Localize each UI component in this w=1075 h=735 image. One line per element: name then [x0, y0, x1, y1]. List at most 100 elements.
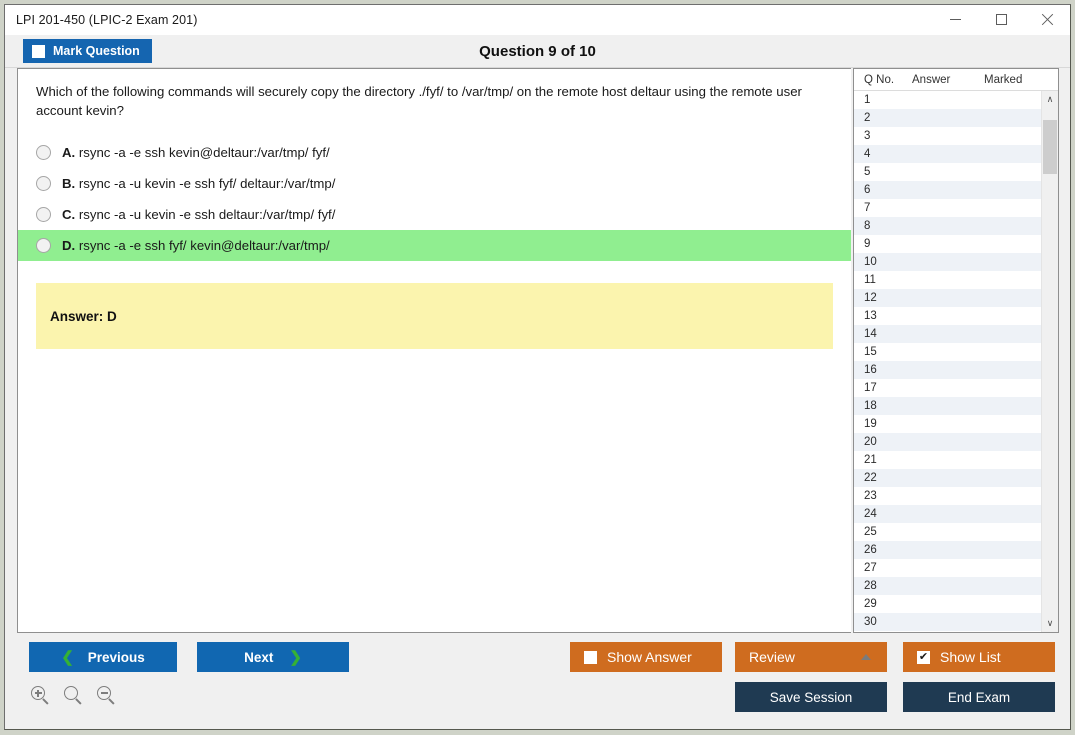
maximize-icon[interactable] [978, 5, 1024, 34]
question-list-row[interactable]: 18 [854, 397, 1041, 415]
question-list-row[interactable]: 11 [854, 271, 1041, 289]
option-text: rsync -a -e ssh fyf/ kevin@deltaur:/var/… [78, 238, 330, 254]
cell-qno: 16 [864, 364, 877, 376]
zoom-in-icon[interactable] [29, 685, 51, 707]
show-answer-button[interactable]: Show Answer [570, 642, 722, 672]
question-list-body: 1 2 3 4 5 6 7 8 9 10 11 12 13 14 15 16 17 18 19 20 21 22 23 24 2… [854, 91, 1058, 632]
save-session-label: Save Session [769, 689, 853, 705]
next-button[interactable]: Next ❯ [197, 642, 349, 672]
question-list-row[interactable]: 13 [854, 307, 1041, 325]
cell-qno: 20 [864, 436, 877, 448]
question-list-row[interactable]: 27 [854, 559, 1041, 577]
footer-row-secondary: Save Session End Exam [5, 682, 1070, 712]
question-list-row[interactable]: 26 [854, 541, 1041, 559]
question-list-header: Q No. Answer Marked [854, 69, 1058, 91]
cell-qno: 23 [864, 490, 877, 502]
question-list-row[interactable]: 5 [854, 163, 1041, 181]
show-list-checkbox[interactable]: ✔ [917, 650, 930, 664]
cell-qno: 1 [864, 94, 871, 106]
title-bar: LPI 201-450 (LPIC-2 Exam 201) [5, 5, 1070, 35]
question-list-row[interactable]: 30 [854, 613, 1041, 631]
question-list-row[interactable]: 22 [854, 469, 1041, 487]
end-exam-label: End Exam [947, 689, 1011, 705]
question-list-row[interactable]: 4 [854, 145, 1041, 163]
window-title: LPI 201-450 (LPIC-2 Exam 201) [16, 12, 198, 27]
option-label: A. rsync -a -e ssh kevin@deltaur:/var/tm… [62, 145, 330, 160]
scrollbar-track[interactable] [1042, 108, 1058, 615]
question-list-row[interactable]: 7 [854, 199, 1041, 217]
question-list-row[interactable]: 12 [854, 289, 1041, 307]
question-list-row[interactable]: 21 [854, 451, 1041, 469]
option-row[interactable]: C. rsync -a -u kevin -e ssh deltaur:/var… [18, 199, 851, 230]
question-list-row[interactable]: 15 [854, 343, 1041, 361]
cell-qno: 25 [864, 526, 877, 538]
option-radio[interactable] [36, 207, 51, 223]
show-list-button[interactable]: ✔ Show List [903, 642, 1055, 672]
show-answer-label: Show Answer [607, 649, 692, 665]
cell-qno: 4 [864, 148, 871, 160]
mark-question-checkbox[interactable] [32, 44, 45, 58]
cell-qno: 10 [864, 256, 877, 268]
option-row[interactable]: B. rsync -a -u kevin -e ssh fyf/ deltaur… [18, 168, 851, 199]
cell-qno: 11 [864, 274, 876, 286]
cell-qno: 15 [864, 346, 877, 358]
option-label: D. rsync -a -e ssh fyf/ kevin@deltaur:/v… [62, 238, 330, 253]
cell-qno: 22 [864, 472, 877, 484]
question-list-row[interactable]: 3 [854, 127, 1041, 145]
cell-qno: 13 [864, 310, 877, 322]
cell-qno: 30 [864, 616, 877, 628]
question-list-row[interactable]: 28 [854, 577, 1041, 595]
cell-qno: 28 [864, 580, 877, 592]
question-list-scrollbar[interactable]: ∧ ∨ [1041, 91, 1058, 632]
header-bar: Mark Question Question 9 of 10 [5, 35, 1070, 68]
option-letter: D. [62, 238, 76, 254]
show-answer-checkbox[interactable] [584, 650, 597, 664]
previous-label: Previous [87, 649, 145, 665]
question-list-row[interactable]: 29 [854, 595, 1041, 613]
body-split: Which of the following commands will sec… [5, 68, 1070, 633]
question-list-row[interactable]: 17 [854, 379, 1041, 397]
review-dropdown[interactable]: Review [735, 642, 887, 672]
cell-qno: 3 [864, 130, 871, 142]
question-text: Which of the following commands will sec… [36, 84, 802, 119]
end-exam-button[interactable]: End Exam [903, 682, 1055, 712]
close-icon[interactable] [1024, 5, 1070, 34]
answer-label: Answer: D [50, 308, 117, 324]
question-list-row[interactable]: 24 [854, 505, 1041, 523]
question-list-row[interactable]: 1 [854, 91, 1041, 109]
minimize-icon[interactable] [932, 5, 978, 34]
question-list-row[interactable]: 23 [854, 487, 1041, 505]
option-text: rsync -a -u kevin -e ssh deltaur:/var/tm… [78, 207, 336, 223]
option-row[interactable]: A. rsync -a -e ssh kevin@deltaur:/var/tm… [18, 137, 851, 168]
question-list-row[interactable]: 2 [854, 109, 1041, 127]
review-label: Review [749, 649, 795, 665]
question-list-row[interactable]: 16 [854, 361, 1041, 379]
question-list-row[interactable]: 14 [854, 325, 1041, 343]
question-list-row[interactable]: 9 [854, 235, 1041, 253]
scroll-down-icon[interactable]: ∨ [1042, 615, 1058, 632]
option-radio[interactable] [36, 238, 51, 254]
question-list-rows[interactable]: 1 2 3 4 5 6 7 8 9 10 11 12 13 14 15 16 17 18 19 20 21 22 23 24 2… [854, 91, 1041, 632]
column-header-marked: Marked [984, 73, 1023, 86]
cell-qno: 6 [864, 184, 871, 196]
question-list-row[interactable]: 25 [854, 523, 1041, 541]
scroll-up-icon[interactable]: ∧ [1042, 91, 1058, 108]
option-radio[interactable] [36, 145, 51, 161]
question-list-row[interactable]: 10 [854, 253, 1041, 271]
cell-qno: 7 [864, 202, 871, 214]
question-list-row[interactable]: 19 [854, 415, 1041, 433]
option-row[interactable]: D. rsync -a -e ssh fyf/ kevin@deltaur:/v… [18, 230, 851, 262]
chevron-right-icon: ❯ [289, 648, 302, 666]
chevron-left-icon: ❮ [61, 648, 74, 666]
scrollbar-thumb[interactable] [1043, 120, 1057, 174]
previous-button[interactable]: ❮ Previous [29, 642, 177, 672]
question-list-row[interactable]: 6 [854, 181, 1041, 199]
question-list-row[interactable]: 20 [854, 433, 1041, 451]
mark-question-button[interactable]: Mark Question [23, 39, 152, 63]
zoom-out-icon[interactable] [95, 685, 117, 707]
option-radio[interactable] [36, 176, 51, 192]
save-session-button[interactable]: Save Session [735, 682, 887, 712]
zoom-reset-icon[interactable] [62, 685, 84, 707]
question-list-row[interactable]: 8 [854, 217, 1041, 235]
option-letter: A. [62, 145, 76, 161]
